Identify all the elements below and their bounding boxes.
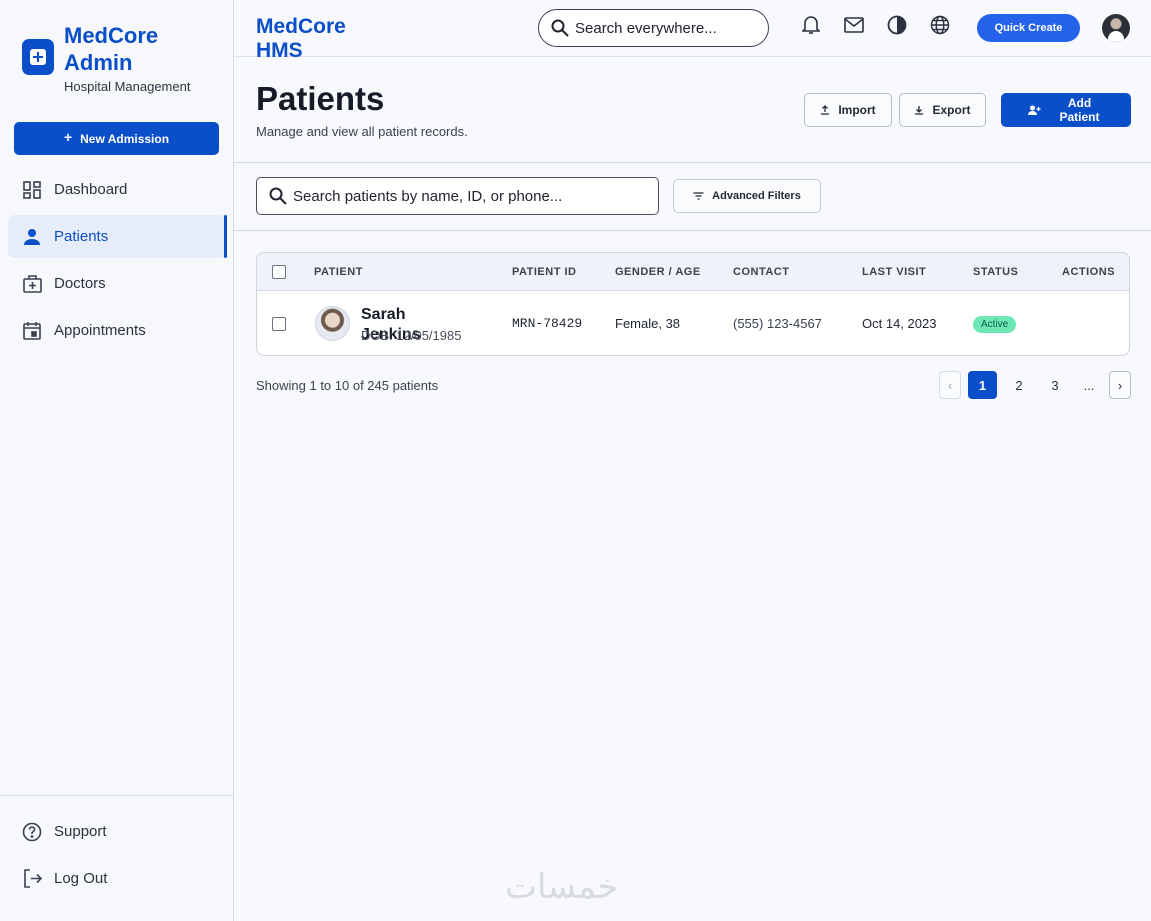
header-divider: [234, 162, 1151, 163]
sidebar-item-label: Dashboard: [54, 181, 128, 198]
mail-icon[interactable]: [843, 14, 865, 36]
theme-contrast-icon[interactable]: [886, 14, 908, 36]
pagination-prev-button[interactable]: ‹: [939, 371, 961, 399]
hospital-logo-icon: [22, 39, 54, 75]
logout-icon: [22, 869, 42, 889]
download-icon: [915, 106, 924, 115]
help-icon: [22, 822, 42, 842]
pagination-page-3[interactable]: 3: [1042, 371, 1068, 399]
import-label: Import: [838, 103, 876, 117]
app-subtitle: Hospital Management: [64, 79, 191, 94]
sidebar-item-appointments[interactable]: Appointments: [8, 309, 226, 352]
search-icon: [269, 187, 287, 205]
sidebar-item-label: Log Out: [54, 870, 108, 887]
patient-last-visit: Oct 14, 2023: [862, 316, 937, 331]
upload-icon: [821, 105, 830, 115]
add-user-icon: [1027, 105, 1040, 115]
plus-icon: +: [63, 128, 73, 145]
col-header-gender-age: GENDER / AGE: [615, 266, 701, 278]
pagination-page-2[interactable]: 2: [1006, 371, 1032, 399]
sidebar-nav: Dashboard Patients Doctors Appointments: [0, 168, 234, 356]
new-admission-button[interactable]: + New Admission: [14, 122, 219, 155]
status-badge: Active: [973, 316, 1017, 333]
sidebar-item-label: Doctors: [54, 275, 106, 292]
export-label: Export: [932, 103, 971, 117]
global-search-placeholder: Search everywhere...: [575, 19, 717, 37]
notification-bell-icon[interactable]: [800, 14, 822, 36]
patients-table: PATIENT PATIENT ID GENDER / AGE CONTACT …: [256, 252, 1130, 356]
patient-search-placeholder: Search patients by name, ID, or phone...: [293, 187, 563, 205]
page-subtitle: Manage and view all patient records.: [256, 124, 468, 139]
add-patient-label: Add Patient: [1059, 96, 1100, 124]
col-header-contact: CONTACT: [733, 266, 790, 278]
export-button[interactable]: Export: [899, 93, 986, 127]
watermark: خمسات: [505, 867, 619, 907]
search-icon: [551, 19, 569, 37]
sidebar-item-patients[interactable]: Patients: [8, 215, 227, 258]
new-admission-label: New Admission: [80, 131, 170, 146]
top-brand: MedCore HMS: [256, 15, 346, 62]
import-button[interactable]: Import: [804, 93, 892, 127]
advanced-filters-button[interactable]: Advanced Filters: [673, 179, 821, 213]
pagination-ellipsis: ...: [1083, 377, 1095, 393]
pagination-page-1[interactable]: 1: [968, 371, 997, 399]
filter-icon: [693, 192, 704, 200]
select-all-checkbox[interactable]: [272, 265, 286, 279]
add-patient-button[interactable]: Add Patient: [1001, 93, 1131, 127]
calendar-icon: [22, 321, 42, 341]
patient-avatar: [315, 306, 350, 341]
sidebar-item-support[interactable]: Support: [8, 810, 226, 853]
app-title: MedCore Admin: [64, 23, 159, 75]
patient-contact: (555) 123-4567: [733, 316, 822, 331]
patient-id: MRN-78429: [512, 316, 583, 331]
quick-create-button[interactable]: Quick Create: [977, 14, 1080, 42]
col-header-actions: ACTIONS: [1062, 266, 1115, 278]
row-checkbox[interactable]: [272, 317, 286, 331]
dashboard-icon: [22, 180, 42, 200]
sidebar-item-label: Patients: [54, 228, 109, 245]
patient-search-input[interactable]: Search patients by name, ID, or phone...: [256, 177, 659, 215]
top-bar: MedCore HMS Search everywhere... Quick C…: [234, 0, 1151, 62]
sidebar-bottom-nav: Support Log Out: [0, 795, 234, 904]
patient-dob: DOB: 12/05/1985: [361, 328, 462, 343]
pagination-summary: Showing 1 to 10 of 245 patients: [256, 378, 439, 393]
filter-divider: [234, 230, 1151, 231]
col-header-status: STATUS: [973, 266, 1019, 278]
patient-gender-age: Female, 38: [615, 316, 681, 331]
col-header-patient-id: PATIENT ID: [512, 266, 577, 278]
sidebar-item-logout[interactable]: Log Out: [8, 857, 226, 900]
global-search-input[interactable]: Search everywhere...: [538, 9, 769, 47]
sidebar: MedCore Admin Hospital Management + New …: [0, 0, 234, 921]
sidebar-item-dashboard[interactable]: Dashboard: [8, 168, 226, 211]
medical-bag-icon: [22, 274, 42, 294]
page-title: Patients: [256, 80, 385, 117]
table-header: PATIENT PATIENT ID GENDER / AGE CONTACT …: [257, 253, 1129, 291]
sidebar-item-label: Support: [54, 823, 107, 840]
col-header-last-visit: LAST VISIT: [862, 266, 927, 278]
col-header-patient: PATIENT: [314, 266, 363, 278]
brand: MedCore Admin Hospital Management: [22, 22, 190, 94]
table-row[interactable]: Sarah Jenkins DOB: 12/05/1985 MRN-78429 …: [257, 291, 1129, 355]
top-icons: [800, 14, 951, 36]
sidebar-item-label: Appointments: [54, 322, 146, 339]
advanced-filters-label: Advanced Filters: [712, 190, 801, 202]
language-globe-icon[interactable]: [929, 14, 951, 36]
pagination-next-button[interactable]: ›: [1109, 371, 1131, 399]
person-icon: [22, 227, 42, 247]
user-avatar[interactable]: [1102, 14, 1130, 42]
sidebar-item-doctors[interactable]: Doctors: [8, 262, 226, 305]
